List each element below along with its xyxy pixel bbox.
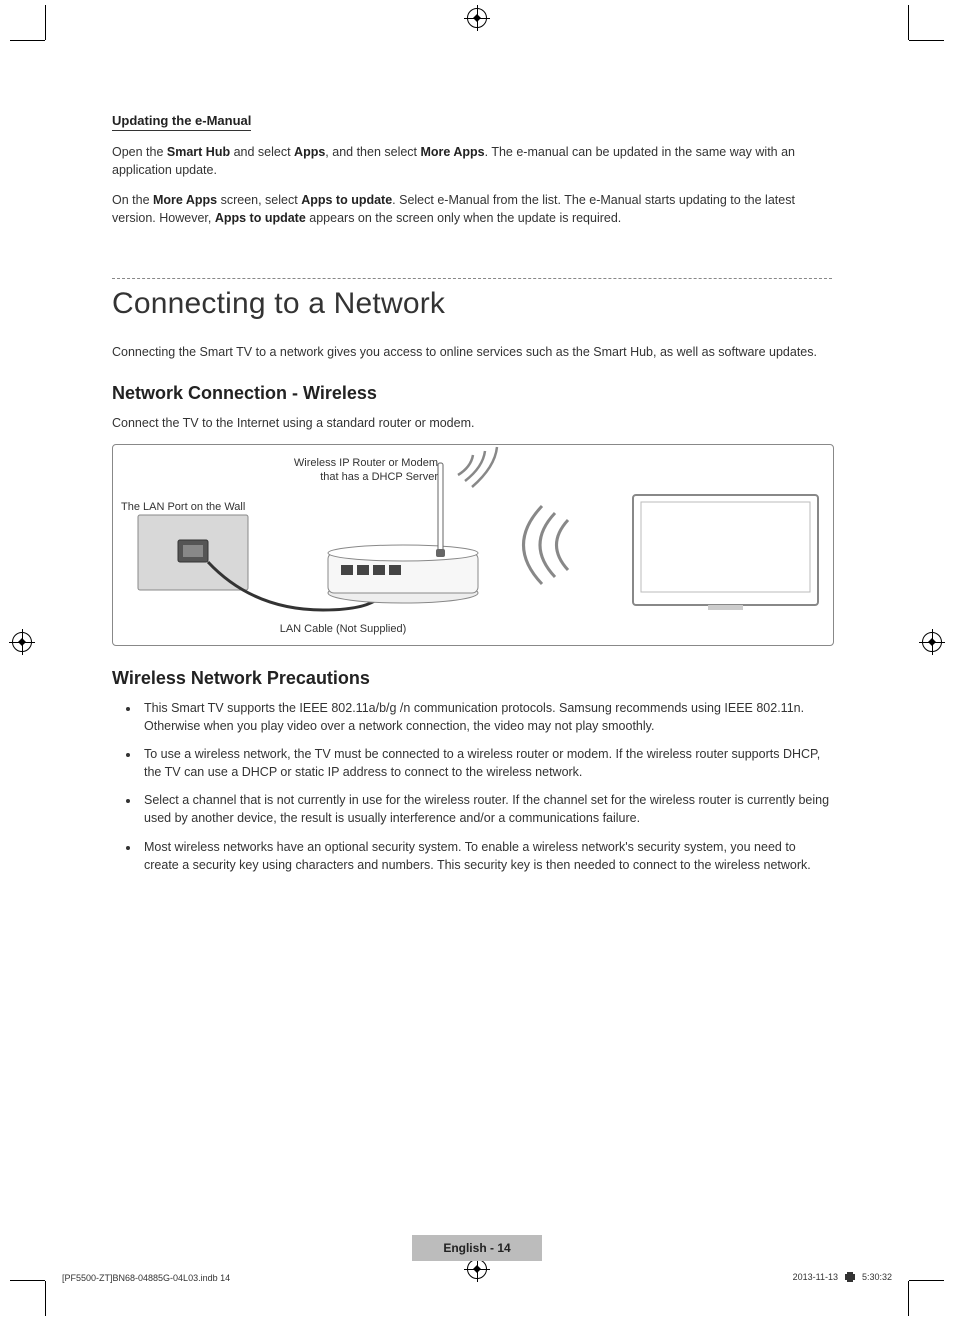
text: , and then select	[325, 145, 420, 159]
footer-time: 5:30:32	[862, 1272, 892, 1282]
page-number-label: English - 14	[443, 1241, 510, 1255]
label-router: Wireless IP Router or Modem that has a D…	[283, 457, 438, 485]
page-content: Updating the e-Manual Open the Smart Hub…	[112, 112, 832, 884]
tv-icon	[633, 495, 818, 610]
text: Wireless IP Router or Modem that has a D…	[283, 457, 438, 485]
label-lan-cable: LAN Cable (Not Supplied)	[258, 623, 428, 637]
connecting-intro: Connecting the Smart TV to a network giv…	[112, 343, 832, 361]
text: screen, select	[217, 193, 301, 207]
wifi-signal-out-icon	[458, 447, 497, 487]
text: and select	[230, 145, 294, 159]
registration-mark-icon	[922, 632, 942, 652]
footer-timestamp: 2013-11-13 5:30:32	[793, 1271, 892, 1283]
wall-plate-icon	[138, 515, 248, 590]
diagram-svg	[113, 445, 833, 645]
wireless-intro: Connect the TV to the Internet using a s…	[112, 414, 832, 432]
text: On the	[112, 193, 153, 207]
wifi-signal-in-icon	[524, 506, 569, 584]
crop-mark	[908, 5, 909, 40]
registration-mark-icon	[12, 632, 32, 652]
list-item: Select a channel that is not currently i…	[140, 791, 832, 827]
manual-page: Updating the e-Manual Open the Smart Hub…	[0, 0, 954, 1321]
bold-text: Smart Hub	[167, 145, 230, 159]
bold-text: More Apps	[153, 193, 217, 207]
printer-icon	[844, 1271, 856, 1283]
label-lan-port: The LAN Port on the Wall	[121, 501, 261, 515]
list-item: Most wireless networks have an optional …	[140, 838, 832, 874]
registration-mark-icon	[467, 1259, 487, 1279]
registration-mark-icon	[467, 8, 487, 28]
crop-mark	[10, 40, 45, 41]
crop-mark	[908, 1281, 909, 1316]
precautions-list: This Smart TV supports the IEEE 802.11a/…	[112, 699, 832, 874]
crop-mark	[909, 1280, 944, 1281]
crop-mark	[909, 40, 944, 41]
heading-connecting-network: Connecting to a Network	[112, 287, 832, 321]
bold-text: Apps to update	[215, 211, 306, 225]
text: appears on the screen only when the upda…	[306, 211, 622, 225]
page-number-box: English - 14	[412, 1235, 542, 1261]
bold-text: Apps	[294, 145, 325, 159]
footer-date: 2013-11-13	[793, 1272, 838, 1282]
text: Open the	[112, 145, 167, 159]
network-diagram: Wireless IP Router or Modem that has a D…	[112, 444, 834, 646]
crop-mark	[10, 1280, 45, 1281]
heading-updating-emanual: Updating the e-Manual	[112, 113, 251, 131]
updating-paragraph-2: On the More Apps screen, select Apps to …	[112, 191, 832, 227]
dashed-separator	[112, 278, 832, 279]
updating-paragraph-1: Open the Smart Hub and select Apps, and …	[112, 143, 832, 179]
crop-mark	[45, 5, 46, 40]
heading-wireless: Network Connection - Wireless	[112, 383, 832, 404]
heading-precautions: Wireless Network Precautions	[112, 668, 832, 689]
list-item: This Smart TV supports the IEEE 802.11a/…	[140, 699, 832, 735]
footer-doc-name: [PF5500-ZT]BN68-04885G-04L03.indb 14	[62, 1273, 230, 1283]
bold-text: Apps to update	[301, 193, 392, 207]
list-item: To use a wireless network, the TV must b…	[140, 745, 832, 781]
crop-mark	[45, 1281, 46, 1316]
bold-text: More Apps	[421, 145, 485, 159]
